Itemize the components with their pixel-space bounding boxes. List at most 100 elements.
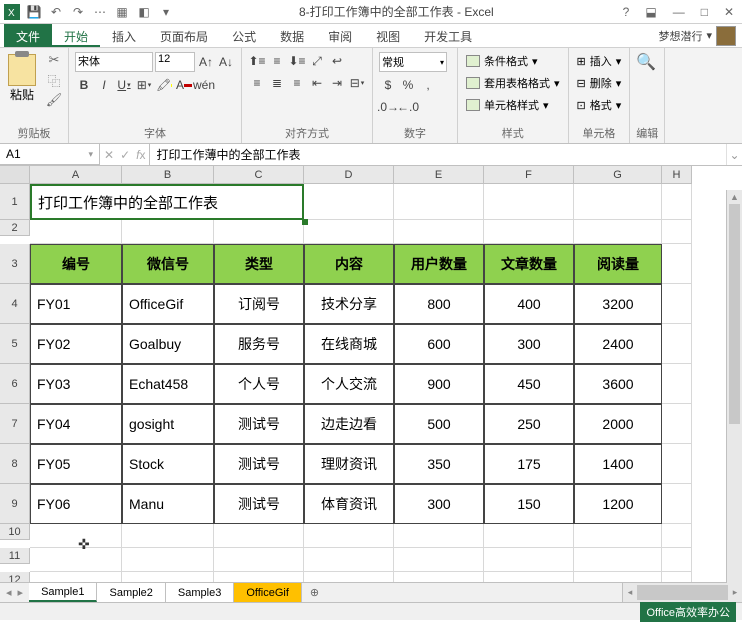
cell-12-A[interactable] bbox=[30, 572, 122, 582]
row-header-4[interactable]: 4 bbox=[0, 284, 30, 324]
cell-2-H[interactable] bbox=[662, 220, 692, 244]
border-button[interactable]: ⊞▾ bbox=[135, 76, 153, 94]
table-header-6[interactable]: 阅读量 bbox=[574, 244, 662, 284]
scroll-right-icon[interactable]: ▸ bbox=[728, 583, 742, 602]
table-format-button[interactable]: 套用表格格式▾ bbox=[464, 74, 562, 92]
tab-review[interactable]: 审阅 bbox=[316, 24, 364, 47]
close-icon[interactable]: ✕ bbox=[720, 5, 738, 19]
table-header-5[interactable]: 文章数量 bbox=[484, 244, 574, 284]
vscroll-thumb[interactable] bbox=[729, 204, 740, 424]
table-cell-2-5[interactable]: 450 bbox=[484, 364, 574, 404]
table-cell-2-4[interactable]: 900 bbox=[394, 364, 484, 404]
cell-12-H[interactable] bbox=[662, 572, 692, 582]
conditional-format-button[interactable]: 条件格式▾ bbox=[464, 52, 540, 70]
cell-10-H[interactable] bbox=[662, 524, 692, 548]
cell-11-C[interactable] bbox=[214, 548, 304, 572]
sheet-tab-sample3[interactable]: Sample3 bbox=[166, 583, 234, 602]
table-cell-2-2[interactable]: 个人号 bbox=[214, 364, 304, 404]
new-sheet-button[interactable]: ⊕ bbox=[302, 583, 327, 602]
select-all-corner[interactable] bbox=[0, 166, 30, 184]
col-header-F[interactable]: F bbox=[484, 166, 574, 184]
formula-input[interactable]: 打印工作薄中的全部工作表 bbox=[150, 144, 726, 165]
cancel-formula-icon[interactable]: ✕ bbox=[104, 148, 114, 162]
cell-2-E[interactable] bbox=[394, 220, 484, 244]
table-cell-1-0[interactable]: FY02 bbox=[30, 324, 122, 364]
table-cell-3-5[interactable]: 250 bbox=[484, 404, 574, 444]
table-cell-0-6[interactable]: 3200 bbox=[574, 284, 662, 324]
table-cell-2-6[interactable]: 3600 bbox=[574, 364, 662, 404]
table-cell-1-1[interactable]: Goalbuy bbox=[122, 324, 214, 364]
table-cell-2-3[interactable]: 个人交流 bbox=[304, 364, 394, 404]
redo-icon[interactable]: ↷ bbox=[70, 4, 86, 20]
table-cell-4-3[interactable]: 理财资讯 bbox=[304, 444, 394, 484]
qat-more-icon[interactable]: ⋯ bbox=[92, 4, 108, 20]
table-cell-4-1[interactable]: Stock bbox=[122, 444, 214, 484]
table-cell-4-4[interactable]: 350 bbox=[394, 444, 484, 484]
decrease-font-icon[interactable]: A↓ bbox=[217, 53, 235, 71]
table-cell-4-5[interactable]: 175 bbox=[484, 444, 574, 484]
table-cell-5-2[interactable]: 测试号 bbox=[214, 484, 304, 524]
cell-10-C[interactable] bbox=[214, 524, 304, 548]
cell-style-button[interactable]: 单元格样式▾ bbox=[464, 96, 551, 114]
row-header-2[interactable]: 2 bbox=[0, 220, 30, 236]
table-cell-0-1[interactable]: OfficeGif bbox=[122, 284, 214, 324]
cell-5-H[interactable] bbox=[662, 324, 692, 364]
row-header-7[interactable]: 7 bbox=[0, 404, 30, 444]
table-cell-4-6[interactable]: 1400 bbox=[574, 444, 662, 484]
tab-file[interactable]: 文件 bbox=[4, 24, 52, 47]
table-header-4[interactable]: 用户数量 bbox=[394, 244, 484, 284]
cell-2-A[interactable] bbox=[30, 220, 122, 244]
table-cell-0-4[interactable]: 800 bbox=[394, 284, 484, 324]
table-cell-1-5[interactable]: 300 bbox=[484, 324, 574, 364]
sheet-last-icon[interactable]: ▸ bbox=[18, 586, 24, 599]
inc-decimal-icon[interactable]: .0→ bbox=[379, 98, 397, 116]
table-cell-3-6[interactable]: 2000 bbox=[574, 404, 662, 444]
cell-2-F[interactable] bbox=[484, 220, 574, 244]
col-header-C[interactable]: C bbox=[214, 166, 304, 184]
wrap-text-icon[interactable]: ↩ bbox=[328, 52, 346, 70]
table-cell-4-2[interactable]: 测试号 bbox=[214, 444, 304, 484]
cell-1-G[interactable] bbox=[574, 184, 662, 220]
cell-3-H[interactable] bbox=[662, 244, 692, 284]
indent-dec-icon[interactable]: ⇤ bbox=[308, 74, 326, 92]
increase-font-icon[interactable]: A↑ bbox=[197, 53, 215, 71]
col-header-G[interactable]: G bbox=[574, 166, 662, 184]
table-cell-3-1[interactable]: gosight bbox=[122, 404, 214, 444]
minimize-icon[interactable]: — bbox=[669, 5, 689, 19]
save-icon[interactable]: 💾 bbox=[26, 4, 42, 20]
cell-7-H[interactable] bbox=[662, 404, 692, 444]
selection-handle[interactable] bbox=[302, 219, 308, 225]
cell-1-H[interactable] bbox=[662, 184, 692, 220]
sheet-first-icon[interactable]: ◂ bbox=[6, 586, 12, 599]
table-cell-1-3[interactable]: 在线商城 bbox=[304, 324, 394, 364]
align-middle-icon[interactable]: ≡ bbox=[268, 52, 286, 70]
table-cell-1-4[interactable]: 600 bbox=[394, 324, 484, 364]
table-cell-5-4[interactable]: 300 bbox=[394, 484, 484, 524]
horizontal-scrollbar[interactable]: ◂ ▸ bbox=[622, 583, 742, 602]
account-login[interactable]: 梦想潜行▾ bbox=[652, 24, 742, 47]
tab-layout[interactable]: 页面布局 bbox=[148, 24, 220, 47]
merged-title-cell[interactable]: 打印工作簿中的全部工作表 bbox=[30, 184, 304, 220]
cell-10-D[interactable] bbox=[304, 524, 394, 548]
tab-home[interactable]: 开始 bbox=[52, 24, 100, 47]
table-cell-3-4[interactable]: 500 bbox=[394, 404, 484, 444]
cell-11-B[interactable] bbox=[122, 548, 214, 572]
row-header-8[interactable]: 8 bbox=[0, 444, 30, 484]
table-cell-2-0[interactable]: FY03 bbox=[30, 364, 122, 404]
cell-12-G[interactable] bbox=[574, 572, 662, 582]
sheet-tab-sample2[interactable]: Sample2 bbox=[97, 583, 165, 602]
col-header-D[interactable]: D bbox=[304, 166, 394, 184]
table-cell-3-2[interactable]: 测试号 bbox=[214, 404, 304, 444]
worksheet-grid[interactable]: ABCDEFGH1打印工作簿中的全部工作表23编号微信号类型内容用户数量文章数量… bbox=[0, 166, 742, 582]
currency-icon[interactable]: $ bbox=[379, 76, 397, 94]
name-box[interactable]: A1▾ bbox=[0, 144, 100, 165]
table-cell-5-3[interactable]: 体育资讯 bbox=[304, 484, 394, 524]
merge-button[interactable]: ⊟▾ bbox=[348, 74, 366, 92]
table-header-2[interactable]: 类型 bbox=[214, 244, 304, 284]
font-name-combo[interactable]: 宋体 bbox=[75, 52, 153, 72]
dec-decimal-icon[interactable]: ←.0 bbox=[399, 98, 417, 116]
row-header-1[interactable]: 1 bbox=[0, 184, 30, 220]
cell-12-D[interactable] bbox=[304, 572, 394, 582]
cell-1-F[interactable] bbox=[484, 184, 574, 220]
qat-dd-icon[interactable]: ▾ bbox=[158, 4, 174, 20]
